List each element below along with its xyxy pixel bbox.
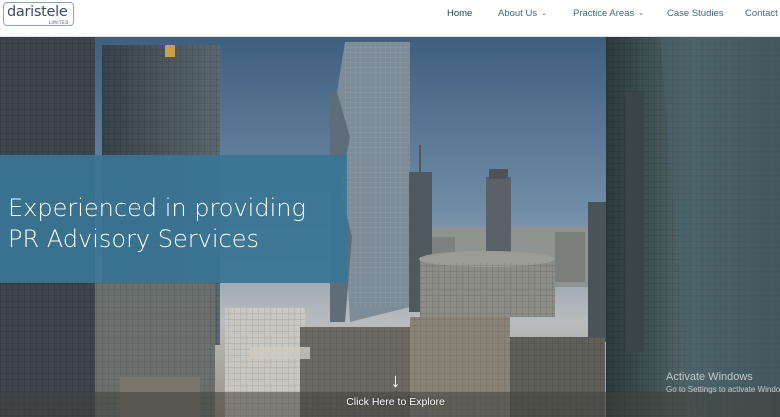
hero-headline: Experienced in providing PR Advisory Ser… — [8, 194, 306, 253]
nav-item-label: Case Studies — [667, 8, 724, 19]
explore-button[interactable]: ↓ Click Here to Explore — [338, 371, 453, 408]
explore-label: Click Here to Explore — [346, 396, 445, 408]
watermark-title: Activate Windows — [666, 371, 753, 383]
nav-item-label: About Us — [498, 8, 538, 19]
nav-item-contact[interactable]: Contact — [745, 8, 778, 19]
hero-banner: Experienced in providing PR Advisory Ser… — [0, 37, 780, 417]
chevron-down-icon: ⌄ — [638, 10, 645, 17]
nav-item-practice-areas[interactable]: Practice Areas ⌄ — [573, 8, 644, 19]
nav-item-label: Practice Areas — [573, 8, 635, 19]
nav-item-home[interactable]: Home — [447, 8, 472, 19]
chevron-down-icon: ⌄ — [541, 10, 547, 17]
main-nav: Home About Us ⌄ Practice Areas ⌄ Case Stud… — [0, 0, 780, 28]
nav-item-case-studies[interactable]: Case Studies — [667, 8, 724, 19]
watermark-subtitle: Go to Settings to activate Windows. — [666, 385, 780, 394]
site-header: daristele LIMITED Home About Us ⌄ Practic… — [0, 0, 780, 37]
nav-item-label: Home — [447, 8, 473, 19]
nav-item-label: Contact — [745, 8, 778, 19]
nav-item-about-us[interactable]: About Us ⌄ — [498, 8, 547, 19]
arrow-down-icon: ↓ — [390, 370, 401, 392]
hero-headline-panel: Experienced in providing PR Advisory Ser… — [0, 155, 347, 283]
activate-windows-watermark: Activate Windows Go to Settings to activ… — [666, 371, 780, 394]
